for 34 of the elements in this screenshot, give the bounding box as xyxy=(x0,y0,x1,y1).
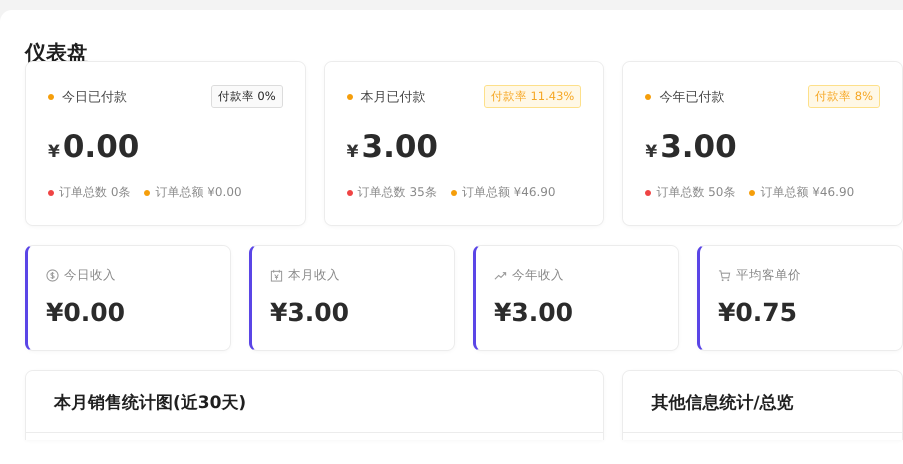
amount-value: 3.00 xyxy=(362,129,438,165)
status-dot-icon xyxy=(48,94,54,100)
income-label: 今年收入 xyxy=(512,266,564,284)
income-label: 本月收入 xyxy=(288,266,340,284)
card-title: 本月已付款 xyxy=(360,88,427,106)
currency-symbol: ¥ xyxy=(346,142,359,162)
status-dot-icon xyxy=(346,94,353,100)
income-value: ¥3.00 xyxy=(494,298,574,327)
rate-badge: 付款率 8% xyxy=(808,85,880,108)
income-value: ¥3.00 xyxy=(270,298,350,327)
income-value: ¥0.00 xyxy=(46,298,126,327)
currency-symbol: ¥ xyxy=(645,142,658,162)
section-title: 其他信息统计/总览 xyxy=(623,371,902,433)
cart-icon xyxy=(718,268,731,282)
calendar-icon xyxy=(270,268,283,282)
stat-text: 订单总数 0条 xyxy=(59,184,130,201)
status-dot-icon xyxy=(645,94,652,100)
rate-badge: 付款率 11.43% xyxy=(484,85,582,108)
card-title: 今日已付款 xyxy=(62,88,128,106)
amount-value: 0.00 xyxy=(62,129,140,165)
currency-symbol: ¥ xyxy=(48,142,60,162)
rate-badge: 付款率 0% xyxy=(210,85,283,108)
dollar-icon xyxy=(46,268,59,282)
income-label: 平均客单价 xyxy=(736,266,801,284)
amount-value: 3.00 xyxy=(660,129,737,165)
card-title: 今年已付款 xyxy=(659,88,726,106)
income-value: ¥0.75 xyxy=(718,298,798,327)
section-title: 本月销售统计图(近30天) xyxy=(26,371,604,433)
income-label: 今日收入 xyxy=(64,266,116,284)
stat-text: 订单总数 50条 xyxy=(656,184,736,201)
stat-text: 订单总额 ¥46.90 xyxy=(760,184,854,201)
stat-text: 订单总额 ¥0.00 xyxy=(155,184,242,201)
stat-text: 订单总额 ¥46.90 xyxy=(462,184,556,201)
stat-text: 订单总数 35条 xyxy=(358,184,437,201)
